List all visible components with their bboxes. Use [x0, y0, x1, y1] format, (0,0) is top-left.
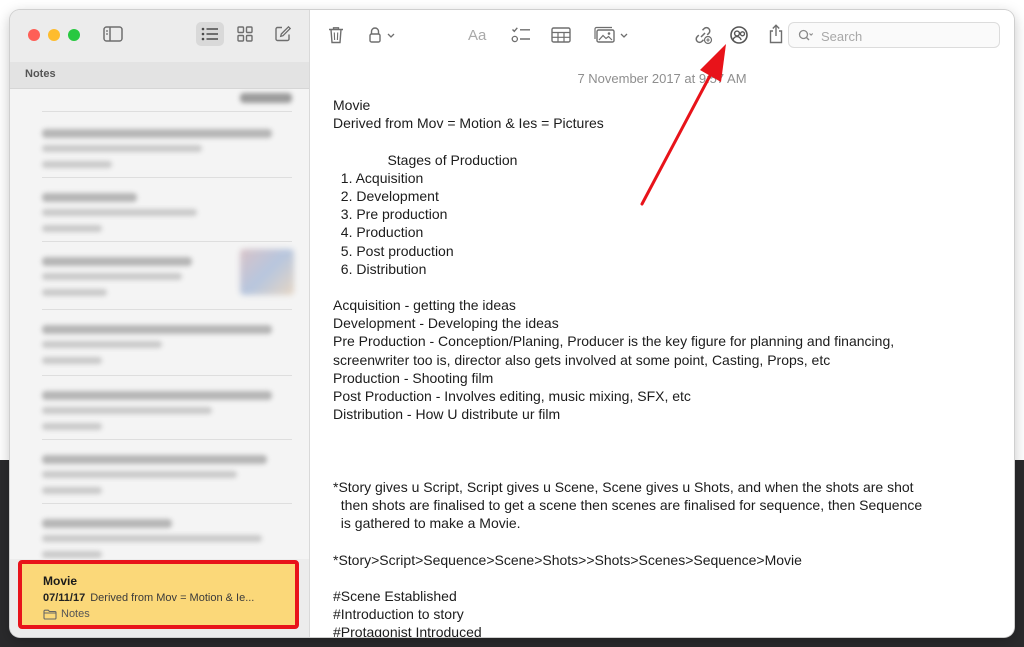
- media-icon[interactable]: [593, 24, 633, 46]
- note-line: [333, 533, 1003, 551]
- note-line: Post Production - Involves editing, musi…: [333, 388, 691, 404]
- note-line: Production - Shooting film: [333, 369, 494, 386]
- selected-note-date: 07/11/17: [43, 592, 86, 604]
- table-icon[interactable]: [550, 24, 572, 46]
- list-separator: [42, 503, 292, 504]
- editor-toolbar: Aa: [310, 10, 1014, 60]
- section-title: Notes: [25, 68, 56, 80]
- selected-note-folder-label: Notes: [61, 608, 90, 620]
- note-line: Pre Production - Conception/Planing, Pro…: [333, 333, 895, 350]
- list-separator: [42, 177, 292, 178]
- note-line: Development - Developing the ideas: [333, 315, 559, 332]
- note-editor: Aa 7 November: [310, 10, 1014, 637]
- selected-note-folder: Notes: [43, 608, 90, 620]
- note-line: [333, 278, 1003, 296]
- selected-note-preview: Derived from Mov = Motion & Ie...: [90, 592, 255, 604]
- new-note-icon[interactable]: [272, 23, 294, 45]
- note-date: 7 November 2017 at 9:57 AM: [577, 71, 747, 86]
- note-line: screenwriter too is, director also gets …: [333, 351, 831, 368]
- format-text-icon[interactable]: Aa: [468, 24, 492, 46]
- note-line: Distribution - How U distribute ur film: [333, 406, 561, 423]
- note-line: is gathered to make a Movie.: [333, 515, 521, 532]
- list-separator: [42, 309, 292, 310]
- note-line: 3. Pre production: [333, 206, 448, 223]
- notes-section-header: Notes: [10, 62, 309, 89]
- note-line: #Scene Established: [333, 588, 457, 605]
- note-line: Stages of Production: [333, 151, 518, 168]
- note-line: [333, 132, 1003, 150]
- note-line: [333, 423, 1003, 441]
- list-separator: [42, 241, 292, 242]
- note-line: *Story>Script>Sequence>Scene>Shots>>Shot…: [333, 551, 802, 568]
- close-window-button[interactable]: [28, 29, 40, 41]
- note-line: Movie: [333, 97, 371, 113]
- selected-note-title: Movie: [43, 574, 78, 588]
- sidebar: Notes Movie 07/11/17 Derived from Mov = …: [10, 10, 310, 637]
- note-line: 6. Distribution: [333, 260, 427, 277]
- note-line: 4. Production: [333, 224, 424, 241]
- note-line: *Story gives u Script, Script gives u Sc…: [333, 478, 914, 495]
- note-body[interactable]: Movie Derived from Mov = Motion & Ies = P…: [333, 96, 1003, 637]
- search-field[interactable]: [788, 22, 1000, 48]
- list-separator: [42, 111, 292, 112]
- share-icon[interactable]: [766, 22, 786, 46]
- note-line: Derived from Mov = Motion & Ies = Pictur…: [333, 115, 604, 132]
- lock-icon[interactable]: [366, 24, 400, 46]
- note-list: [10, 89, 309, 559]
- add-people-icon[interactable]: [728, 24, 750, 46]
- svg-text:Aa: Aa: [468, 27, 487, 43]
- note-line: [333, 460, 1003, 478]
- folder-icon: [43, 609, 57, 620]
- trash-icon[interactable]: [326, 24, 346, 46]
- list-view-icon[interactable]: [196, 22, 224, 46]
- selected-note-item[interactable]: Movie 07/11/17 Derived from Mov = Motion …: [18, 560, 299, 629]
- blurred-note-thumbnail: [240, 249, 294, 295]
- sidebar-toggle-icon[interactable]: [102, 24, 124, 44]
- note-line: 1. Acquisition: [333, 169, 424, 186]
- note-line: [333, 442, 1003, 460]
- blurred-note-thumbnail: [240, 93, 292, 103]
- selected-note-meta: 07/11/17 Derived from Mov = Motion & Ie..…: [43, 592, 254, 604]
- note-line: 5. Post production: [333, 242, 454, 259]
- search-icon: [798, 29, 814, 41]
- note-line: then shots are finalised to get a scene …: [333, 497, 923, 514]
- note-line: 2. Development: [333, 187, 439, 204]
- checklist-icon[interactable]: [510, 24, 532, 46]
- list-separator: [42, 439, 292, 440]
- note-line: [333, 569, 1003, 587]
- note-line: #Protagonist Introduced: [333, 624, 482, 637]
- zoom-window-button[interactable]: [68, 29, 80, 41]
- search-input[interactable]: [819, 26, 993, 46]
- link-collaborate-icon[interactable]: [692, 24, 714, 46]
- note-line: Acquisition - getting the ideas: [333, 297, 516, 314]
- gallery-view-icon[interactable]: [234, 24, 256, 44]
- sidebar-toolbar: [10, 10, 309, 60]
- notes-window: Notes Movie 07/11/17 Derived from Mov = …: [10, 10, 1014, 637]
- list-separator: [42, 375, 292, 376]
- minimize-window-button[interactable]: [48, 29, 60, 41]
- note-line: #Introduction to story: [333, 606, 464, 623]
